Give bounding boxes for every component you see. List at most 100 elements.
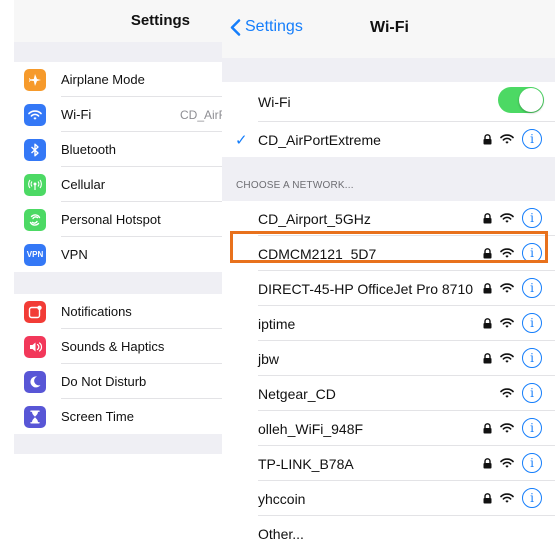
- connected-network-row[interactable]: ✓ CD_AirPortExtreme i: [222, 122, 555, 157]
- settings-row-notifications[interactable]: Notifications: [14, 294, 222, 329]
- network-row[interactable]: olleh_WiFi_948F i: [222, 411, 555, 446]
- info-button[interactable]: i: [522, 488, 542, 508]
- settings-row-wifi[interactable]: Wi-Fi CD_AirF: [14, 97, 222, 132]
- settings-row-hourglass[interactable]: Screen Time: [14, 399, 222, 434]
- info-button[interactable]: i: [522, 278, 542, 298]
- lock-icon: [483, 212, 492, 223]
- settings-row-bluetooth[interactable]: Bluetooth: [14, 132, 222, 167]
- toggle-knob: [519, 88, 543, 112]
- wifi-signal-icon: [500, 353, 514, 363]
- network-status-icons: i: [483, 348, 542, 368]
- wifi-icon: [24, 103, 46, 126]
- lock-icon: [483, 247, 492, 258]
- network-status-icons: i: [500, 383, 542, 403]
- network-row[interactable]: iptime i: [222, 306, 555, 341]
- network-status-icons: i: [483, 453, 542, 473]
- info-button[interactable]: i: [522, 418, 542, 438]
- settings-row-label: Sounds & Haptics: [61, 339, 165, 354]
- info-button[interactable]: i: [522, 129, 542, 149]
- settings-navbar: Settings: [14, 0, 222, 42]
- lock-icon: [483, 317, 492, 328]
- choose-network-header: CHOOSE A NETWORK...: [222, 157, 555, 201]
- network-row[interactable]: TP-LINK_B78A i: [222, 446, 555, 481]
- wifi-navbar: Settings Wi-Fi: [222, 0, 555, 58]
- network-status-icons: i: [483, 488, 542, 508]
- wifi-signal-icon: [500, 134, 514, 144]
- settings-row-label: Do Not Disturb: [61, 374, 147, 389]
- info-button[interactable]: i: [522, 383, 542, 403]
- network-status-icons: i: [483, 208, 542, 228]
- wifi-signal-icon: [500, 423, 514, 433]
- network-name: yhccoin: [258, 490, 306, 507]
- other-network-row[interactable]: Other...: [222, 516, 555, 546]
- connected-network-name: CD_AirPortExtreme: [258, 131, 381, 148]
- info-button[interactable]: i: [522, 453, 542, 473]
- lock-icon: [483, 282, 492, 293]
- settings-row-vpn[interactable]: VPN VPN: [14, 237, 222, 272]
- bluetooth-icon: [24, 138, 46, 161]
- wifi-title: Wi-Fi: [370, 19, 409, 36]
- sound-icon: [24, 335, 46, 358]
- back-button-label: Settings: [245, 18, 303, 35]
- moon-icon: [24, 370, 46, 393]
- back-button[interactable]: Settings: [230, 18, 303, 36]
- network-row[interactable]: DIRECT-45-HP OfficeJet Pro 8710 i: [222, 271, 555, 306]
- network-name: jbw: [258, 350, 280, 367]
- notifications-icon: [24, 300, 46, 323]
- settings-row-label: Screen Time: [61, 409, 134, 424]
- hotspot-icon: [24, 208, 46, 231]
- network-name: iptime: [258, 315, 296, 332]
- settings-row-hotspot[interactable]: Personal Hotspot: [14, 202, 222, 237]
- info-button[interactable]: i: [522, 313, 542, 333]
- other-network-label: Other...: [258, 525, 304, 542]
- network-row[interactable]: jbw i: [222, 341, 555, 376]
- vpn-icon: VPN: [24, 243, 46, 266]
- settings-row-airplane[interactable]: Airplane Mode: [14, 62, 222, 97]
- section-header-label: CHOOSE A NETWORK...: [236, 180, 354, 191]
- lock-icon: [483, 457, 492, 468]
- wifi-signal-icon: [500, 318, 514, 328]
- settings-row-moon[interactable]: Do Not Disturb: [14, 364, 222, 399]
- network-row[interactable]: CDMCM2121_5D7 i: [222, 236, 555, 271]
- network-name: CD_Airport_5GHz: [258, 210, 371, 227]
- lock-icon: [483, 352, 492, 363]
- info-button[interactable]: i: [522, 243, 542, 263]
- network-name: CDMCM2121_5D7: [258, 245, 377, 262]
- lock-icon: [483, 422, 492, 433]
- group-spacer: [14, 272, 222, 294]
- group-spacer: [14, 42, 222, 62]
- network-status-icons: i: [483, 418, 542, 438]
- network-status-icons: i: [483, 129, 542, 149]
- checkmark-icon: ✓: [235, 131, 248, 149]
- wifi-toggle[interactable]: [498, 87, 544, 113]
- info-button[interactable]: i: [522, 208, 542, 228]
- network-name: DIRECT-45-HP OfficeJet Pro 8710: [258, 280, 474, 297]
- group-spacer: [222, 58, 555, 82]
- network-status-icons: i: [483, 243, 542, 263]
- group-spacer: [14, 434, 222, 454]
- settings-row-cellular[interactable]: Cellular: [14, 167, 222, 202]
- lock-icon: [483, 133, 492, 144]
- settings-row-label: Notifications: [61, 304, 132, 319]
- settings-row-sound[interactable]: Sounds & Haptics: [14, 329, 222, 364]
- settings-row-label: VPN: [61, 247, 88, 262]
- settings-row-label: Wi-Fi: [61, 107, 92, 122]
- wifi-signal-icon: [500, 388, 514, 398]
- wifi-toggle-row: Wi-Fi: [222, 82, 555, 122]
- network-status-icons: i: [483, 313, 542, 333]
- network-row[interactable]: CD_Airport_5GHz i: [222, 201, 555, 236]
- info-button[interactable]: i: [522, 348, 542, 368]
- cellular-icon: [24, 173, 46, 196]
- wifi-toggle-label: Wi-Fi: [258, 94, 291, 110]
- settings-group-connectivity: Airplane Mode Wi-Fi CD_AirF Bluetooth Cellul…: [14, 62, 222, 272]
- network-row[interactable]: yhccoin i: [222, 481, 555, 516]
- wifi-signal-icon: [500, 458, 514, 468]
- settings-title: Settings: [130, 12, 190, 29]
- network-row[interactable]: Netgear_CD i: [222, 376, 555, 411]
- wifi-signal-icon: [500, 248, 514, 258]
- network-name: Netgear_CD: [258, 385, 336, 402]
- hourglass-icon: [24, 405, 46, 428]
- network-list: CD_Airport_5GHz i CDMCM2121_5D7 i DIRECT-45-…: [222, 201, 555, 516]
- network-status-icons: i: [483, 278, 542, 298]
- network-name: TP-LINK_B78A: [258, 455, 354, 472]
